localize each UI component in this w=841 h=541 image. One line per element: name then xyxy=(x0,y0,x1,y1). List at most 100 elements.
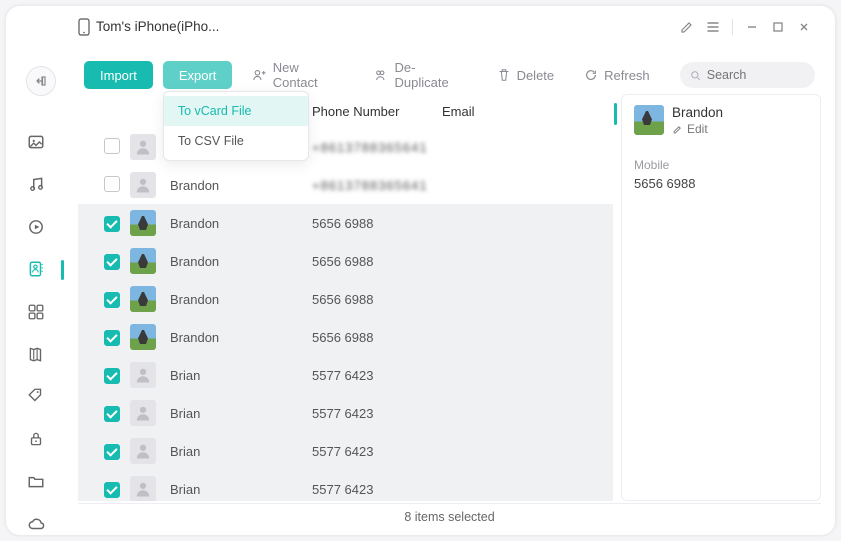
table-row[interactable]: Brian5577 6423 xyxy=(78,470,613,501)
export-csv-item[interactable]: To CSV File xyxy=(164,126,308,156)
sidebar-item-apps[interactable] xyxy=(24,300,48,322)
sidebar-item-folders[interactable] xyxy=(24,470,48,492)
contacts-icon xyxy=(27,260,45,278)
de-duplicate-label: De-Duplicate xyxy=(395,60,467,90)
row-name: Brian xyxy=(164,482,312,497)
row-checkbox[interactable] xyxy=(104,368,120,384)
sidebar-item-videos[interactable] xyxy=(24,216,48,238)
status-bar: 8 items selected xyxy=(78,503,821,529)
music-icon xyxy=(27,175,45,193)
sidebar-item-contacts[interactable] xyxy=(24,258,48,280)
sidebar xyxy=(6,56,66,535)
detail-name: Brandon xyxy=(672,105,723,120)
rows-container: +8613788365641Brandon+8613788365641Brand… xyxy=(78,128,613,501)
export-button[interactable]: Export To vCard File To CSV File xyxy=(163,61,233,89)
detail-phone-value: 5656 6988 xyxy=(634,176,808,191)
row-phone: +8613788365641 xyxy=(312,140,442,155)
de-duplicate-button[interactable]: De-Duplicate xyxy=(364,60,476,90)
sidebar-item-cloud[interactable] xyxy=(24,513,48,535)
row-phone: 5656 6988 xyxy=(312,330,442,345)
row-phone: 5656 6988 xyxy=(312,292,442,307)
tags-icon xyxy=(27,387,45,405)
table-row[interactable]: Brandon5656 6988 xyxy=(78,204,613,242)
row-phone: +8613788365641 xyxy=(312,178,442,193)
export-vcard-item[interactable]: To vCard File xyxy=(164,96,308,126)
maximize-button[interactable] xyxy=(765,14,791,40)
main-area: Import Export To vCard File To CSV File … xyxy=(78,56,821,501)
row-checkbox[interactable] xyxy=(104,406,120,422)
export-dropdown: To vCard File To CSV File xyxy=(163,91,309,161)
detail-section-label: Mobile xyxy=(634,158,808,172)
edit-window-icon[interactable] xyxy=(674,14,700,40)
folders-icon xyxy=(27,472,45,490)
sidebar-item-tags[interactable] xyxy=(24,385,48,407)
row-phone: 5577 6423 xyxy=(312,406,442,421)
row-checkbox[interactable] xyxy=(104,254,120,270)
column-email[interactable]: Email xyxy=(442,104,613,119)
row-name: Brian xyxy=(164,406,312,421)
cloud-icon xyxy=(27,515,45,533)
row-checkbox[interactable] xyxy=(104,216,120,232)
trash-icon xyxy=(497,68,511,82)
sidebar-item-books[interactable] xyxy=(24,343,48,365)
sidebar-item-music[interactable] xyxy=(24,173,48,195)
search-box[interactable] xyxy=(680,62,815,88)
detail-avatar xyxy=(634,105,664,135)
row-avatar xyxy=(130,438,156,464)
search-icon xyxy=(690,69,701,82)
row-checkbox[interactable] xyxy=(104,482,120,498)
delete-button[interactable]: Delete xyxy=(487,68,565,83)
delete-label: Delete xyxy=(517,68,555,83)
table-row[interactable]: Brandon5656 6988 xyxy=(78,242,613,280)
table-row[interactable]: Brandon+8613788365641 xyxy=(78,166,613,204)
row-checkbox[interactable] xyxy=(104,292,120,308)
table-row[interactable]: Brandon5656 6988 xyxy=(78,280,613,318)
row-avatar xyxy=(130,476,156,501)
row-avatar xyxy=(130,286,156,312)
row-checkbox[interactable] xyxy=(104,330,120,346)
row-avatar xyxy=(130,172,156,198)
row-avatar xyxy=(130,362,156,388)
column-headers: Name Phone Number Email xyxy=(78,94,613,128)
apps-icon xyxy=(27,303,45,321)
row-avatar xyxy=(130,210,156,236)
person-plus-icon xyxy=(252,68,266,83)
row-phone: 5577 6423 xyxy=(312,482,442,497)
row-avatar xyxy=(130,134,156,160)
refresh-button[interactable]: Refresh xyxy=(574,68,660,83)
table-row[interactable]: Brian5577 6423 xyxy=(78,356,613,394)
import-button[interactable]: Import xyxy=(84,61,153,89)
row-name: Brandon xyxy=(164,254,312,269)
sidebar-item-photos[interactable] xyxy=(24,131,48,153)
table-row[interactable]: +8613788365641 xyxy=(78,128,613,166)
menu-icon[interactable] xyxy=(700,14,726,40)
row-checkbox[interactable] xyxy=(104,138,120,154)
new-contact-button[interactable]: New Contact xyxy=(242,60,354,90)
row-name: Brandon xyxy=(164,216,312,231)
row-name: Brandon xyxy=(164,292,312,307)
device-label: Tom's iPhone(iPho... xyxy=(78,18,219,36)
row-phone: 5656 6988 xyxy=(312,216,442,231)
row-avatar xyxy=(130,248,156,274)
security-icon xyxy=(27,430,45,448)
titlebar: Tom's iPhone(iPho... xyxy=(6,6,835,48)
row-checkbox[interactable] xyxy=(104,176,120,192)
row-avatar xyxy=(130,324,156,350)
new-contact-label: New Contact xyxy=(273,60,344,90)
close-button[interactable] xyxy=(791,14,817,40)
table-row[interactable]: Brandon5656 6988 xyxy=(78,318,613,356)
row-phone: 5577 6423 xyxy=(312,368,442,383)
sidebar-item-security[interactable] xyxy=(24,428,48,450)
row-name: Brian xyxy=(164,444,312,459)
contact-list: Name Phone Number Email +8613788365641Br… xyxy=(78,94,613,501)
row-checkbox[interactable] xyxy=(104,444,120,460)
column-phone[interactable]: Phone Number xyxy=(312,104,442,119)
search-input[interactable] xyxy=(707,68,805,82)
table-row[interactable]: Brian5577 6423 xyxy=(78,394,613,432)
minimize-button[interactable] xyxy=(739,14,765,40)
detail-edit-button[interactable]: Edit xyxy=(672,122,708,136)
table-row[interactable]: Brian5577 6423 xyxy=(78,432,613,470)
device-title: Tom's iPhone(iPho... xyxy=(96,19,219,34)
detail-edit-label: Edit xyxy=(687,122,708,136)
detail-scroll-indicator[interactable] xyxy=(614,103,617,125)
